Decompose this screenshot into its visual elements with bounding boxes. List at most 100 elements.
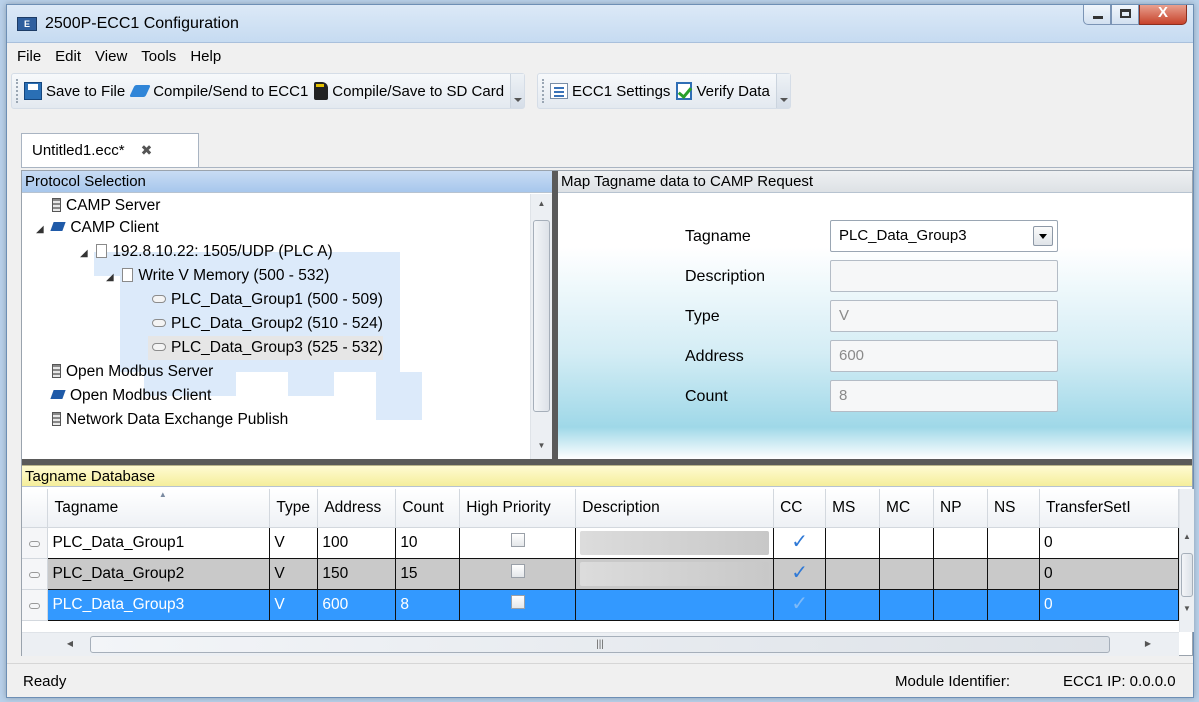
scrollbar-thumb[interactable]	[1181, 553, 1193, 597]
tree-node-network-data-exchange-publish[interactable]: Network Data Exchange Publish	[52, 408, 288, 432]
checkmark-icon[interactable]: ✓	[791, 562, 808, 584]
scroll-right-arrow[interactable]: ▶	[1140, 636, 1156, 652]
row-header[interactable]	[22, 558, 49, 590]
cell-type[interactable]: V	[269, 589, 319, 621]
cell-address[interactable]: 100	[317, 527, 397, 559]
cell-count[interactable]: 8	[395, 589, 461, 621]
cell-transfer-set[interactable]: 0	[1039, 558, 1179, 590]
verify-data-button[interactable]: Verify Data	[676, 82, 770, 100]
tree-node-camp-server[interactable]: CAMP Server	[52, 194, 160, 218]
expander-icon[interactable]: ◢	[106, 266, 118, 290]
tree-node-open-modbus-client[interactable]: Open Modbus Client	[52, 384, 211, 408]
row-header[interactable]	[22, 589, 49, 621]
cell-tagname[interactable]: PLC_Data_Group2	[47, 558, 271, 590]
count-field[interactable]: 8	[830, 380, 1058, 412]
table-row[interactable]: PLC_Data_Group2 V 150 15 ✓ 0	[22, 558, 1179, 590]
grid-horizontal-scrollbar[interactable]: ◀ ||| ▶	[22, 632, 1179, 656]
column-header-cc[interactable]: CC	[773, 489, 827, 528]
table-row[interactable]: PLC_Data_Group1 V 100 10 ✓ 0	[22, 527, 1179, 559]
menu-help[interactable]: Help	[184, 44, 229, 70]
column-header-type[interactable]: Type	[269, 489, 319, 528]
cell-mc[interactable]	[879, 527, 935, 559]
expander-icon[interactable]: ◢	[36, 218, 48, 242]
scroll-down-arrow[interactable]: ▼	[531, 438, 552, 454]
high-priority-checkbox[interactable]	[510, 533, 525, 547]
maximize-button[interactable]	[1111, 5, 1139, 25]
minimize-button[interactable]	[1083, 5, 1111, 25]
column-header-np[interactable]: NP	[933, 489, 988, 528]
scrollbar-thumb[interactable]	[533, 220, 550, 412]
column-header-description[interactable]: Description	[575, 489, 775, 528]
checkmark-icon[interactable]: ✓	[791, 531, 808, 553]
cell-ns[interactable]	[987, 558, 1040, 590]
tab-close-icon[interactable]: ✖	[141, 142, 153, 159]
expander-icon[interactable]: ◢	[80, 242, 92, 266]
toolbar-overflow-button[interactable]	[775, 74, 790, 108]
cell-transfer-set[interactable]: 0	[1039, 527, 1179, 559]
address-field[interactable]: 600	[830, 340, 1058, 372]
high-priority-checkbox[interactable]	[510, 595, 525, 609]
menu-file[interactable]: File	[11, 44, 49, 70]
tree-node-camp-client[interactable]: ◢ CAMP Client	[36, 216, 159, 240]
protocol-tree-scrollbar[interactable]: ▲ ▼	[530, 194, 552, 459]
cell-mc[interactable]	[879, 558, 935, 590]
tree-node-plc-data-group2[interactable]: PLC_Data_Group2 (510 - 524)	[152, 312, 383, 336]
scroll-up-arrow[interactable]: ▲	[531, 196, 552, 212]
tree-node-plc-data-group1[interactable]: PLC_Data_Group1 (500 - 509)	[152, 288, 383, 312]
cell-ms[interactable]	[825, 558, 881, 590]
type-field[interactable]: V	[830, 300, 1058, 332]
column-header-count[interactable]: Count	[395, 489, 461, 528]
cell-np[interactable]	[933, 558, 988, 590]
cell-address[interactable]: 600	[317, 589, 397, 621]
tree-node-plc-data-group3[interactable]: PLC_Data_Group3 (525 - 532)	[148, 336, 383, 360]
compile-send-button[interactable]: Compile/Send to ECC1	[131, 82, 308, 100]
scroll-down-arrow[interactable]: ▼	[1180, 601, 1194, 617]
cell-count[interactable]: 15	[395, 558, 461, 590]
menu-tools[interactable]: Tools	[135, 44, 184, 70]
tree-node-open-modbus-server[interactable]: Open Modbus Server	[52, 360, 213, 384]
column-header-transfer-set[interactable]: TransferSetI	[1039, 489, 1179, 528]
scroll-up-arrow[interactable]: ▲	[1180, 529, 1194, 545]
close-button[interactable]: X	[1139, 4, 1187, 25]
tab-untitled1[interactable]: Untitled1.ecc* ✖	[21, 133, 199, 167]
cell-ns[interactable]	[987, 589, 1040, 621]
column-header-ms[interactable]: MS	[825, 489, 881, 528]
cell-address[interactable]: 150	[317, 558, 397, 590]
description-field[interactable]	[830, 260, 1058, 292]
toolbar-grip[interactable]	[542, 79, 546, 103]
cell-mc[interactable]	[879, 589, 935, 621]
cell-type[interactable]: V	[269, 527, 319, 559]
checkmark-icon[interactable]: ✓	[791, 593, 808, 615]
app-icon[interactable]: E	[17, 17, 37, 31]
compile-sd-button[interactable]: Compile/Save to SD Card	[314, 82, 504, 100]
tagname-combobox[interactable]: PLC_Data_Group3	[830, 220, 1058, 252]
column-header-ns[interactable]: NS	[987, 489, 1040, 528]
grid-vertical-scrollbar[interactable]: ▲ ▼	[1179, 489, 1194, 632]
save-to-file-button[interactable]: Save to File	[24, 82, 125, 100]
menu-edit[interactable]: Edit	[49, 44, 89, 70]
cell-np[interactable]	[933, 527, 988, 559]
column-header-tagname[interactable]: ▲ Tagname	[47, 489, 271, 528]
cell-count[interactable]: 10	[395, 527, 461, 559]
scrollbar-thumb[interactable]: |||	[90, 636, 1110, 653]
tree-node-write-v-memory[interactable]: ◢ Write V Memory (500 - 532)	[106, 264, 329, 288]
title-bar[interactable]: E 2500P-ECC1 Configuration X	[7, 4, 1193, 43]
ecc1-settings-button[interactable]: ECC1 Settings	[550, 83, 670, 100]
toolbar-overflow-button[interactable]	[510, 74, 525, 108]
column-header-mc[interactable]: MC	[879, 489, 935, 528]
dropdown-arrow-icon[interactable]	[1033, 226, 1053, 246]
row-header[interactable]	[22, 527, 49, 559]
toolbar-grip[interactable]	[16, 79, 20, 103]
high-priority-checkbox[interactable]	[510, 564, 525, 578]
cell-transfer-set[interactable]: 0	[1039, 589, 1179, 621]
cell-tagname[interactable]: PLC_Data_Group3	[47, 589, 271, 621]
cell-ms[interactable]	[825, 527, 881, 559]
cell-np[interactable]	[933, 589, 988, 621]
scroll-left-arrow[interactable]: ◀	[62, 636, 78, 652]
cell-description[interactable]	[575, 589, 775, 621]
table-row-selected[interactable]: PLC_Data_Group3 V 600 8 ✓ 0	[22, 589, 1179, 621]
cell-description[interactable]	[575, 558, 775, 590]
column-header-address[interactable]: Address	[317, 489, 397, 528]
menu-view[interactable]: View	[89, 44, 135, 70]
cell-ms[interactable]	[825, 589, 881, 621]
